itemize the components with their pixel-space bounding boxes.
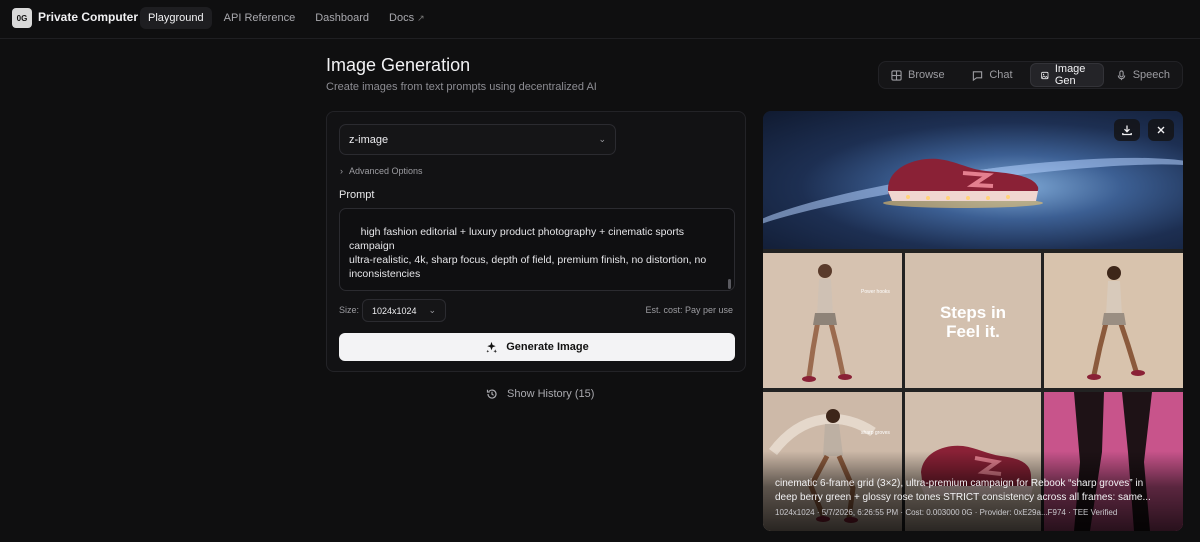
top-nav-bar: 0G Private Computer Playground API Refer… (0, 0, 1200, 39)
mode-tabs: Browse Chat Image Gen Speech (878, 61, 1183, 89)
download-button[interactable] (1114, 119, 1140, 141)
shoe-illustration (883, 158, 1043, 208)
grid-frame-1: Power hooks (763, 253, 902, 388)
size-select[interactable]: 1024x1024 ⌄ (362, 299, 446, 322)
grid-icon (891, 69, 902, 81)
main-nav: Playground API Reference Dashboard Docs ↗ (140, 7, 433, 29)
tab-chat-label: Chat (989, 69, 1013, 81)
tab-speech[interactable]: Speech (1106, 63, 1180, 87)
nav-playground[interactable]: Playground (140, 7, 212, 29)
external-link-icon: ↗ (417, 12, 425, 23)
generation-form: z-image ⌄ › Advanced Options Prompt high… (326, 111, 746, 372)
model-select[interactable]: z-image ⌄ (339, 124, 616, 155)
grid-frame-2: Steps in Feel it. (905, 253, 1041, 388)
app-logo[interactable]: 0G (12, 8, 32, 28)
page-title: Image Generation (326, 55, 471, 75)
runner-figure (802, 264, 852, 382)
chevron-down-icon: ⌄ (428, 305, 436, 315)
nav-api-reference[interactable]: API Reference (216, 7, 304, 29)
generate-image-button[interactable]: Generate Image (339, 333, 735, 361)
mic-icon (1117, 69, 1125, 80)
show-history-button[interactable]: Show History (15) (486, 388, 594, 400)
nav-api-reference-label: API Reference (223, 12, 296, 24)
tab-browse-label: Browse (908, 69, 945, 81)
size-label: Size: (339, 305, 360, 315)
tab-speech-label: Speech (1132, 69, 1170, 81)
estimated-cost: Est. cost: Pay per use (645, 305, 733, 315)
close-button[interactable] (1148, 119, 1174, 141)
download-icon (1122, 125, 1132, 136)
nav-docs-label: Docs (389, 12, 415, 24)
nav-dashboard-label: Dashboard (315, 12, 370, 24)
generated-image-panel: Power hooks Steps in Feel it. sharp grov… (763, 111, 1183, 531)
prompt-textarea[interactable]: high fashion editorial + luxury product … (339, 208, 735, 291)
chevron-right-icon: › (340, 166, 343, 176)
tab-image-gen-label: Image Gen (1054, 63, 1086, 87)
tab-chat[interactable]: Chat (957, 63, 1029, 87)
show-history-label: Show History (15) (507, 388, 595, 400)
prompt-scrollbar[interactable] (728, 279, 731, 289)
runner-figure (1087, 266, 1145, 380)
image-caption: cinematic 6-frame grid (3×2), ultra-prem… (775, 478, 1151, 503)
nav-docs[interactable]: Docs ↗ (381, 7, 433, 29)
prompt-text: high fashion editorial + luxury product … (349, 226, 707, 280)
chevron-down-icon: ⌄ (598, 134, 606, 144)
page-subtitle: Create images from text prompts using de… (326, 81, 597, 93)
overlay-main-text: Steps in Feel it. (939, 303, 1007, 341)
tab-browse[interactable]: Browse (881, 63, 955, 87)
overlay-tag-sharp-groves: sharp groves (861, 430, 890, 436)
image-metadata: 1024x1024 · 5/7/2026, 6:26:55 PM · Cost:… (775, 508, 1118, 517)
model-select-value: z-image (349, 133, 389, 146)
generate-image-label: Generate Image (506, 341, 589, 353)
advanced-options-label: Advanced Options (349, 166, 423, 176)
chat-icon (973, 70, 983, 81)
nav-playground-label: Playground (148, 12, 204, 24)
close-icon (1157, 126, 1165, 134)
app-name[interactable]: Private Computer (38, 10, 138, 24)
advanced-options-toggle[interactable]: › Advanced Options (340, 166, 423, 176)
tab-image-gen[interactable]: Image Gen (1030, 63, 1104, 87)
sparkle-icon (486, 341, 498, 353)
overlay-tag-power-hooks: Power hooks (861, 289, 890, 295)
nav-dashboard[interactable]: Dashboard (307, 7, 377, 29)
prompt-label: Prompt (339, 189, 375, 201)
grid-frame-3 (1044, 253, 1183, 388)
image-icon (1041, 71, 1049, 79)
size-select-value: 1024x1024 (372, 305, 417, 316)
history-icon (486, 389, 497, 399)
